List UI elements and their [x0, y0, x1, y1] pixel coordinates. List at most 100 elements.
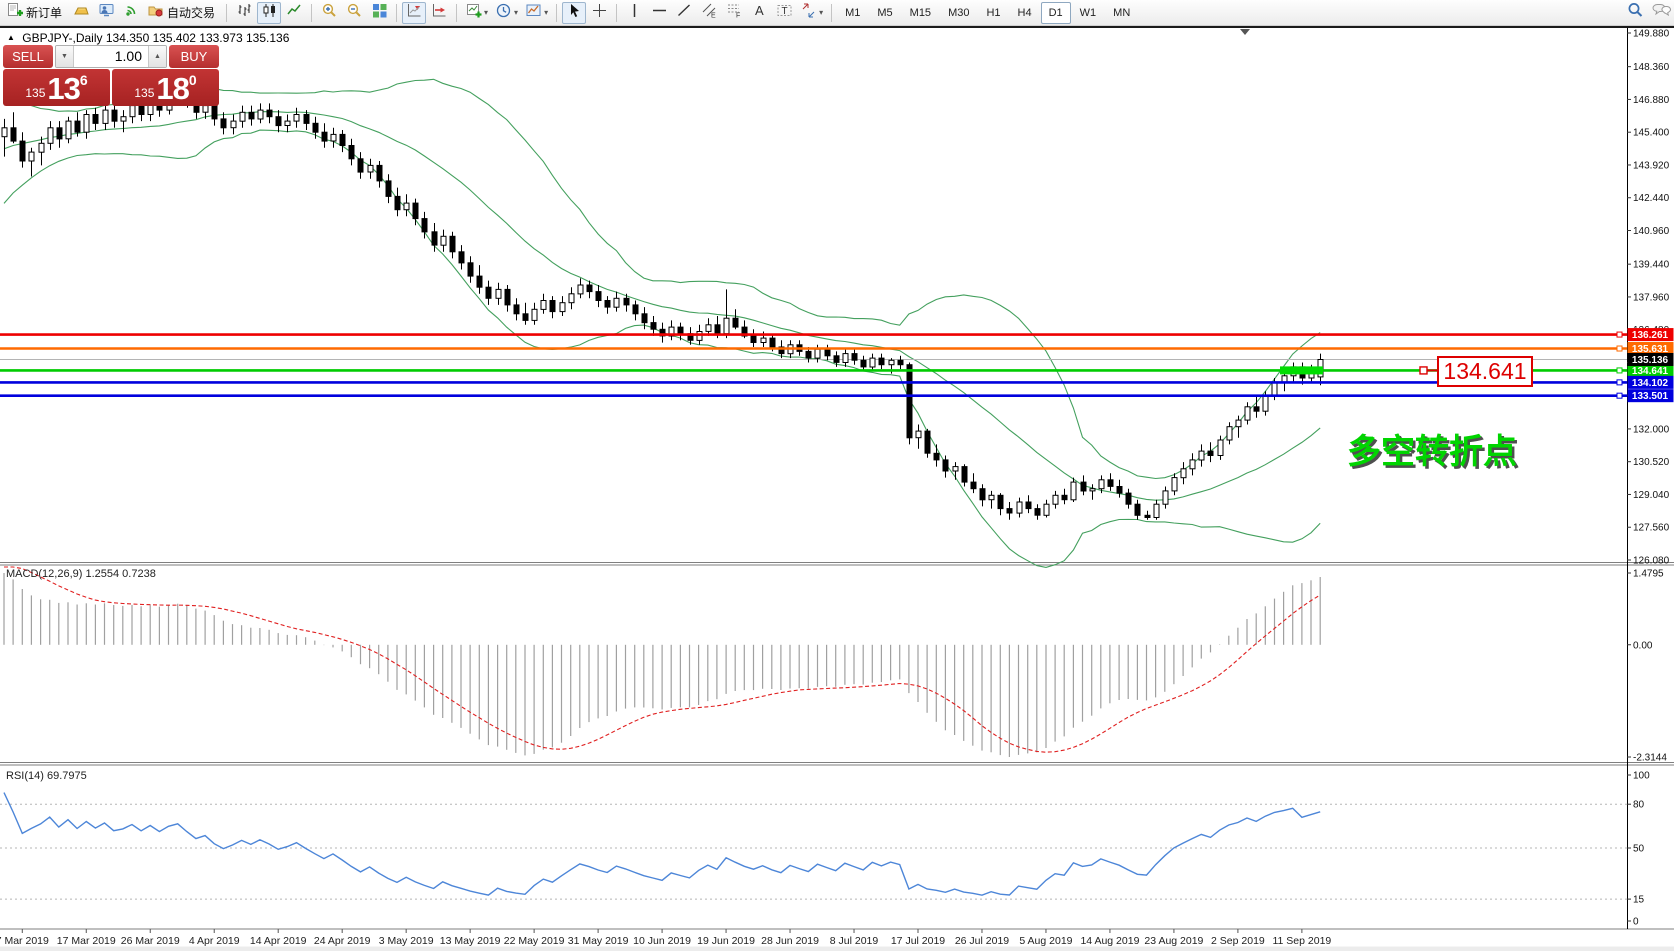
timeframe-button-m15[interactable]: M15	[902, 2, 939, 24]
svg-text:24 Apr 2019: 24 Apr 2019	[314, 935, 371, 947]
toolbar-separator	[456, 4, 457, 22]
svg-text:132.000: 132.000	[1633, 424, 1670, 435]
chat-icon	[1651, 2, 1671, 24]
timeframe-button-h4[interactable]: H4	[1010, 2, 1040, 24]
svg-text:14 Aug 2019: 14 Aug 2019	[1080, 935, 1139, 947]
svg-text:4 Apr 2019: 4 Apr 2019	[189, 935, 240, 947]
chat-icon[interactable]	[1648, 2, 1674, 24]
timeframe-button-m1[interactable]: M1	[837, 2, 868, 24]
volume-down-icon[interactable]: ▼	[56, 46, 74, 67]
buy-price-box[interactable]: 135 18 0	[112, 69, 219, 106]
chevron-down-icon[interactable]: ▾	[484, 8, 488, 17]
svg-text:140.960: 140.960	[1633, 226, 1670, 237]
horizontal-line-button[interactable]	[647, 2, 671, 24]
cursor-button[interactable]	[562, 2, 586, 24]
chart-canvas[interactable]: 149.880148.360146.880145.400143.920142.4…	[0, 0, 1674, 951]
zoom-out-icon	[346, 2, 363, 24]
new-order-button-label: 新订单	[26, 4, 62, 21]
timeframe-button-m30[interactable]: M30	[940, 2, 977, 24]
chevron-down-icon[interactable]: ▾	[544, 8, 548, 17]
svg-text:127.560: 127.560	[1633, 523, 1670, 534]
trendline-button[interactable]	[672, 2, 696, 24]
svg-text:139.440: 139.440	[1633, 260, 1670, 271]
clock-icon	[495, 2, 512, 24]
gold-bar-icon[interactable]	[69, 2, 93, 24]
candlestick-button[interactable]	[257, 2, 281, 24]
candles-icon	[261, 2, 278, 24]
vertical-line-button[interactable]	[622, 2, 646, 24]
toolbar-separator	[226, 4, 227, 22]
profile-icon	[98, 2, 115, 24]
cursor-icon	[566, 2, 583, 24]
svg-text:17 Mar 2019: 17 Mar 2019	[57, 935, 116, 947]
new-chart-button[interactable]: ▾	[462, 2, 491, 24]
equidistant-channel-button[interactable]: E	[697, 2, 721, 24]
svg-text:22 May 2019: 22 May 2019	[504, 935, 565, 947]
profile-icon[interactable]	[94, 2, 118, 24]
crosshair-button[interactable]	[587, 2, 611, 24]
template-icon	[525, 2, 542, 24]
price-annotation-box[interactable]: 134.641	[1437, 356, 1533, 387]
buy-button[interactable]: BUY	[169, 45, 219, 68]
text-label-button[interactable]: T	[772, 2, 796, 24]
new-order-button[interactable]: 新订单	[3, 2, 68, 24]
svg-text:129.040: 129.040	[1633, 490, 1670, 501]
svg-text:5 Aug 2019: 5 Aug 2019	[1019, 935, 1072, 947]
time-axis: 7 Mar 201917 Mar 201926 Mar 20194 Apr 20…	[0, 929, 1331, 947]
svg-text:E: E	[711, 12, 716, 19]
chart-shift-button[interactable]	[402, 2, 426, 24]
svg-text:31 May 2019: 31 May 2019	[568, 935, 629, 947]
volume-up-icon[interactable]: ▲	[148, 46, 166, 67]
profiles-clock-button[interactable]: ▾	[492, 2, 521, 24]
svg-text:11 Sep 2019: 11 Sep 2019	[1272, 935, 1331, 947]
svg-text:143.920: 143.920	[1633, 160, 1670, 171]
line-chart-button[interactable]	[282, 2, 306, 24]
volume-input[interactable]: 1.00	[74, 46, 148, 67]
tile-windows-button[interactable]	[367, 2, 391, 24]
arrows-button[interactable]: ▾	[797, 2, 826, 24]
macd-indicator-label: MACD(12,26,9) 1.2554 0.7238	[6, 568, 156, 580]
mt4-window: { "toolbar": { "items": [ {"name":"new-o…	[0, 0, 1674, 951]
timeframe-button-m5[interactable]: M5	[869, 2, 900, 24]
timeframe-button-mn[interactable]: MN	[1105, 2, 1138, 24]
svg-text:3 May 2019: 3 May 2019	[379, 935, 434, 947]
bar-chart-button[interactable]	[232, 2, 256, 24]
sell-price-small: 135	[25, 86, 45, 100]
zoom-in-button[interactable]	[317, 2, 341, 24]
chart-objects[interactable]	[0, 335, 1627, 396]
turning-point-note[interactable]: 多空转折点	[1347, 424, 1517, 473]
candlestick-series	[2, 84, 1323, 520]
timeframe-button-h1[interactable]: H1	[978, 2, 1008, 24]
sell-button[interactable]: SELL	[3, 45, 53, 68]
toolbar-separator	[311, 4, 312, 22]
toolbar-separator	[831, 4, 832, 22]
svg-text:A: A	[755, 3, 764, 18]
collapse-triangle-icon[interactable]: ▲	[7, 33, 15, 42]
chevron-down-icon[interactable]: ▾	[819, 8, 823, 17]
svg-text:26 Jul 2019: 26 Jul 2019	[955, 935, 1009, 947]
rectangle-object[interactable]	[1280, 366, 1323, 374]
label-icon: T	[776, 2, 793, 24]
templates-button[interactable]: ▾	[522, 2, 551, 24]
rsi-pane	[0, 793, 1627, 900]
svg-text:1.4795: 1.4795	[1633, 569, 1664, 580]
new-order-icon	[6, 2, 23, 24]
autotrading-button[interactable]: 自动交易	[144, 2, 221, 24]
line-anchor-handle[interactable]	[1420, 367, 1427, 374]
timeframe-button-d1[interactable]: D1	[1041, 2, 1071, 24]
svg-text:148.360: 148.360	[1633, 62, 1670, 73]
text-button[interactable]: A	[747, 2, 771, 24]
timeframe-button-w1[interactable]: W1	[1072, 2, 1105, 24]
fibonacci-button[interactable]: F	[722, 2, 746, 24]
chevron-down-icon[interactable]: ▾	[514, 8, 518, 17]
svg-text:15: 15	[1633, 895, 1645, 906]
sell-price-box[interactable]: 135 13 6	[3, 69, 110, 106]
svg-text:7 Mar 2019: 7 Mar 2019	[0, 935, 49, 947]
channel-icon: E	[701, 2, 718, 24]
rsi-name: RSI(14)	[6, 770, 44, 782]
search-icon[interactable]	[1623, 2, 1647, 24]
signals-icon[interactable]	[119, 2, 143, 24]
auto-scroll-button[interactable]	[427, 2, 451, 24]
zoom-out-button[interactable]	[342, 2, 366, 24]
rsi-value: 69.7975	[47, 770, 87, 782]
